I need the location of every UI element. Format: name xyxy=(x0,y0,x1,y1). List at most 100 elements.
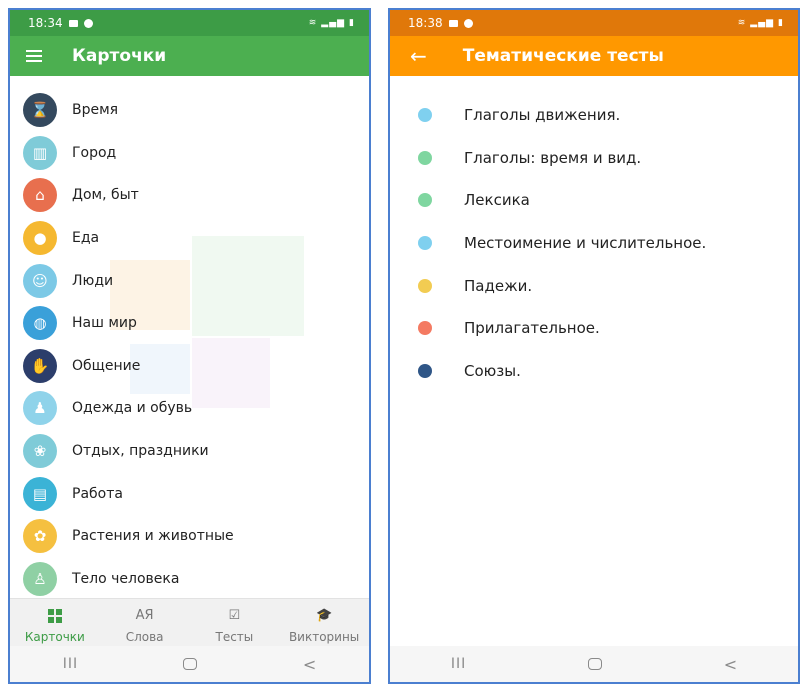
wifi-icon: ≋ xyxy=(737,18,747,28)
topic-dot-icon xyxy=(418,363,432,378)
card-category-label: Город xyxy=(72,144,117,161)
thematic-tests-screen: 18:38 ≋ ▂▄▆ ▮ ← Тематические тесты Глаго… xyxy=(388,8,800,684)
tests-icon: ☑ xyxy=(228,608,241,623)
card-category-item[interactable]: ☺ Люди xyxy=(10,259,369,302)
card-category-item[interactable]: ♟ Одежда и обувь xyxy=(10,387,369,430)
body-icon: ♙ xyxy=(23,561,57,596)
balloons-icon: ❀ xyxy=(23,434,57,469)
back-icon[interactable]: < xyxy=(724,655,737,674)
status-bar: 18:38 ≋ ▂▄▆ ▮ xyxy=(390,10,798,36)
house-icon: ⌂ xyxy=(23,178,57,213)
nav-tab[interactable]: 🎓 Викторины xyxy=(279,599,369,650)
test-topic-item[interactable]: Местоимение и числительное. xyxy=(390,222,798,265)
signal-icon: ▂▄▆ xyxy=(750,18,775,28)
nav-tab-label: Слова xyxy=(125,629,164,644)
card-category-item[interactable]: ♙ Тело человека xyxy=(10,558,369,601)
hourglass-icon: ⌛ xyxy=(23,93,57,128)
back-arrow-icon[interactable]: ← xyxy=(410,44,427,68)
signal-icon: ▂▄▆ xyxy=(321,18,346,28)
app-bar: Карточки xyxy=(10,36,369,76)
test-topic-label: Прилагательное. xyxy=(464,319,600,338)
words-icon: АЯ xyxy=(135,608,154,623)
app-notification-icon xyxy=(463,18,473,28)
gallery-notification-icon xyxy=(448,19,458,27)
city-icon: ▥ xyxy=(23,135,57,170)
bottom-navigation: Карточки АЯ Слова ☑ Тесты 🎓 Викторины xyxy=(10,598,369,650)
nav-tab[interactable]: АЯ Слова xyxy=(100,599,190,650)
home-icon[interactable] xyxy=(183,658,198,670)
wifi-icon: ≋ xyxy=(308,18,318,28)
test-topic-item[interactable]: Глаголы: время и вид. xyxy=(390,137,798,180)
system-navigation-bar: III < xyxy=(10,646,369,682)
battery-icon: ▮ xyxy=(778,18,784,28)
dog-icon: ✿ xyxy=(23,519,57,554)
topic-dot-icon xyxy=(418,278,432,293)
tests-list: Глаголы движения. Глаголы: время и вид. Ле… xyxy=(390,76,798,392)
app-notification-icon xyxy=(83,18,93,28)
card-category-item[interactable]: ❀ Отдых, праздники xyxy=(10,430,369,473)
recent-apps-icon[interactable]: III xyxy=(451,656,466,672)
test-topic-label: Местоимение и числительное. xyxy=(464,234,707,253)
nav-tab[interactable]: Карточки xyxy=(10,599,100,650)
test-topic-label: Глаголы движения. xyxy=(464,106,621,125)
page-title: Карточки xyxy=(72,46,167,66)
card-category-label: Одежда и обувь xyxy=(72,400,193,417)
topic-dot-icon xyxy=(418,108,432,123)
menu-icon[interactable] xyxy=(26,50,44,62)
nav-tab[interactable]: ☑ Тесты xyxy=(190,599,280,650)
test-topic-label: Лексика xyxy=(464,191,530,210)
cards-grid-icon xyxy=(47,606,62,626)
test-topic-label: Падежи. xyxy=(464,276,533,295)
nav-tab-label: Тесты xyxy=(215,629,254,644)
test-topic-label: Глаголы: время и вид. xyxy=(464,148,642,167)
card-category-label: Люди xyxy=(72,272,114,289)
card-category-item[interactable]: ▥ Город xyxy=(10,132,369,175)
test-topic-item[interactable]: Прилагательное. xyxy=(390,307,798,350)
recent-apps-icon[interactable]: III xyxy=(63,656,78,672)
status-bar: 18:34 ≋ ▂▄▆ ▮ xyxy=(10,10,369,36)
apple-icon: ● xyxy=(23,221,57,256)
card-category-item[interactable]: ⌛ Время xyxy=(10,89,369,132)
briefcase-icon: ▤ xyxy=(23,476,57,511)
card-category-label: Растения и животные xyxy=(72,528,234,545)
gallery-notification-icon xyxy=(68,19,78,27)
home-icon[interactable] xyxy=(587,658,602,670)
page-title: Тематические тесты xyxy=(462,46,664,66)
card-category-label: Тело человека xyxy=(72,570,180,587)
cards-screen: 18:34 ≋ ▂▄▆ ▮ Карточки ⌛ Время ▥ Город ⌂ Дом,… xyxy=(8,8,371,684)
quiz-icon: 🎓 xyxy=(316,608,333,623)
topic-dot-icon xyxy=(418,150,432,165)
battery-icon: ▮ xyxy=(349,18,355,28)
card-category-label: Дом, быт xyxy=(72,187,139,204)
shirt-icon: ♟ xyxy=(23,391,57,426)
card-category-label: Еда xyxy=(72,230,100,247)
test-topic-item[interactable]: Союзы. xyxy=(390,350,798,393)
test-topic-item[interactable]: Лексика xyxy=(390,179,798,222)
system-navigation-bar: III < xyxy=(390,646,798,682)
app-bar: ← Тематические тесты xyxy=(390,36,798,76)
globe-icon: ◍ xyxy=(23,306,57,341)
topic-dot-icon xyxy=(418,321,432,336)
test-topic-label: Союзы. xyxy=(464,361,521,380)
topic-dot-icon xyxy=(418,236,432,251)
card-category-item[interactable]: ▤ Работа xyxy=(10,472,369,515)
card-category-item[interactable]: ⌂ Дом, быт xyxy=(10,174,369,217)
status-time: 18:38 xyxy=(408,16,443,30)
test-topic-item[interactable]: Падежи. xyxy=(390,264,798,307)
handshake-icon: ✋ xyxy=(23,348,57,383)
people-icon: ☺ xyxy=(23,263,57,298)
card-category-item[interactable]: ● Еда xyxy=(10,217,369,260)
card-category-label: Время xyxy=(72,102,119,119)
topic-dot-icon xyxy=(418,193,432,208)
card-category-label: Работа xyxy=(72,485,123,502)
cards-list: ⌛ Время ▥ Город ⌂ Дом, быт ● Еда ☺ Люди ◍ Наш мир ✋ О… xyxy=(10,76,369,600)
card-category-label: Наш мир xyxy=(72,315,137,332)
card-category-item[interactable]: ✋ Общение xyxy=(10,345,369,388)
card-category-item[interactable]: ◍ Наш мир xyxy=(10,302,369,345)
back-icon[interactable]: < xyxy=(303,655,316,674)
card-category-item[interactable]: ✿ Растения и животные xyxy=(10,515,369,558)
test-topic-item[interactable]: Глаголы движения. xyxy=(390,94,798,137)
nav-tab-label: Викторины xyxy=(288,629,360,644)
card-category-label: Общение xyxy=(72,357,141,374)
status-time: 18:34 xyxy=(28,16,63,30)
